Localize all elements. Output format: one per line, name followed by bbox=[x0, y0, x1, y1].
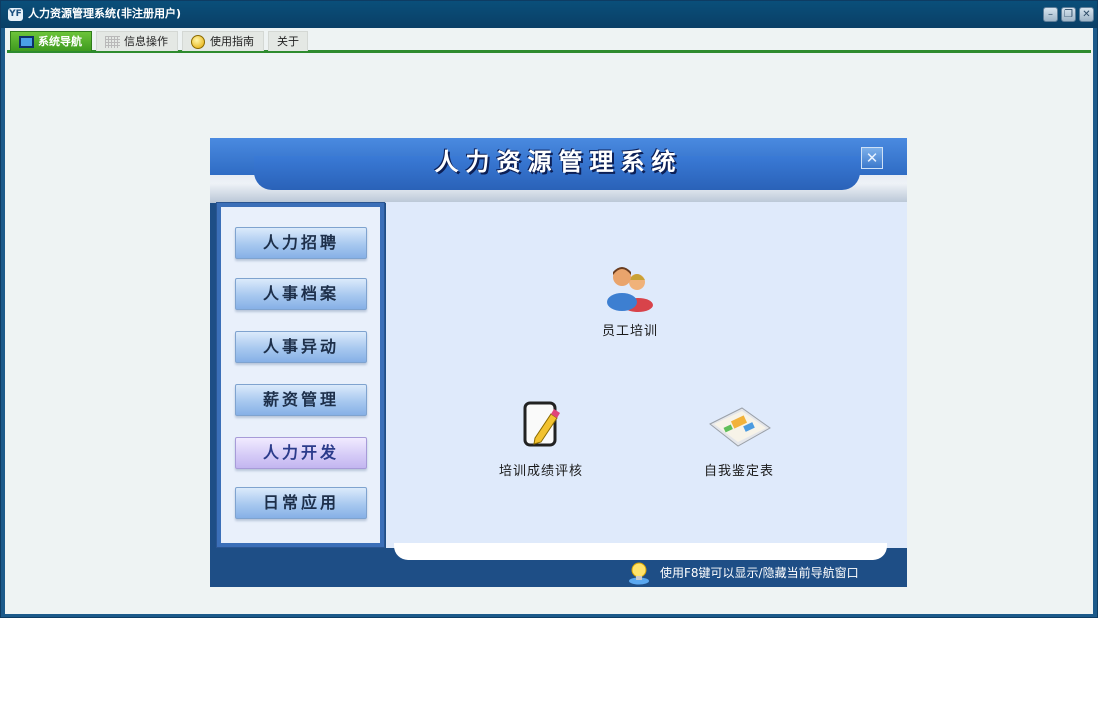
app-logo-icon: YF bbox=[8, 8, 23, 21]
nav-salary-management-button[interactable]: 薪资管理 bbox=[235, 384, 367, 416]
restore-button[interactable]: ❐ bbox=[1061, 7, 1076, 22]
panel-title: 人力资源管理系统 bbox=[434, 148, 683, 176]
tab-user-guide[interactable]: 使用指南 bbox=[182, 31, 264, 51]
tab-label: 系统导航 bbox=[38, 35, 82, 48]
panel-sidebar: 人力招聘 人事档案 人事异动 薪资管理 人力开发 日常应用 bbox=[216, 202, 385, 548]
tab-label: 信息操作 bbox=[124, 35, 168, 48]
title-bar[interactable]: YF 人力资源管理系统(非注册用户) – ❐ ✕ bbox=[1, 1, 1097, 28]
form-paper-icon bbox=[709, 407, 771, 447]
nav-recruitment-button[interactable]: 人力招聘 bbox=[235, 227, 367, 259]
tip-lightbulb-icon bbox=[629, 562, 649, 585]
tab-label: 使用指南 bbox=[210, 35, 254, 48]
window-close-button[interactable]: ✕ bbox=[1079, 7, 1094, 22]
footer-curve bbox=[394, 543, 887, 560]
people-icon bbox=[607, 267, 653, 312]
training-evaluation-item[interactable]: 培训成绩评核 bbox=[481, 400, 601, 479]
footer-tip-text: 使用F8键可以显示/隐藏当前导航窗口 bbox=[660, 566, 859, 580]
self-appraisal-label: 自我鉴定表 bbox=[703, 464, 774, 479]
tab-system-navigation[interactable]: 系统导航 bbox=[10, 31, 92, 51]
nav-personnel-files-button[interactable]: 人事档案 bbox=[235, 278, 367, 310]
monitor-icon bbox=[19, 36, 34, 48]
tab-info-operations[interactable]: 信息操作 bbox=[96, 31, 178, 51]
window-title: 人力资源管理系统(非注册用户) bbox=[28, 7, 182, 20]
sidebar-inner: 人力招聘 人事档案 人事异动 薪资管理 人力开发 日常应用 bbox=[221, 207, 380, 543]
tab-strip: 系统导航 信息操作 使用指南 关于 bbox=[5, 28, 1093, 53]
nav-hr-development-button[interactable]: 人力开发 bbox=[235, 437, 367, 469]
nav-personnel-changes-button[interactable]: 人事异动 bbox=[235, 331, 367, 363]
employee-training-label: 员工培训 bbox=[601, 324, 658, 339]
panel-footer: 使用F8键可以显示/隐藏当前导航窗口 bbox=[210, 560, 907, 587]
self-appraisal-item[interactable]: 自我鉴定表 bbox=[679, 400, 799, 479]
minimize-button[interactable]: – bbox=[1043, 7, 1058, 22]
edit-document-icon bbox=[523, 401, 560, 447]
lightbulb-icon bbox=[191, 35, 205, 49]
navigation-panel: 人力资源管理系统 ✕ 人力招聘 人事档案 人事异动 薪资管理 人力开发 日常应用 bbox=[210, 138, 907, 587]
panel-close-button[interactable]: ✕ bbox=[861, 147, 883, 169]
nav-daily-apps-button[interactable]: 日常应用 bbox=[235, 487, 367, 519]
grid-icon bbox=[105, 36, 120, 48]
panel-content: 员工培训 培训成绩评核 自我鉴定表 bbox=[386, 202, 907, 548]
tab-about[interactable]: 关于 bbox=[268, 31, 308, 51]
tab-label: 关于 bbox=[277, 35, 299, 48]
training-evaluation-label: 培训成绩评核 bbox=[498, 464, 583, 479]
app-window: YF 人力资源管理系统(非注册用户) – ❐ ✕ 系统导航 信息操作 使用指南 … bbox=[0, 0, 1098, 618]
employee-training-item[interactable]: 员工培训 bbox=[570, 260, 690, 339]
